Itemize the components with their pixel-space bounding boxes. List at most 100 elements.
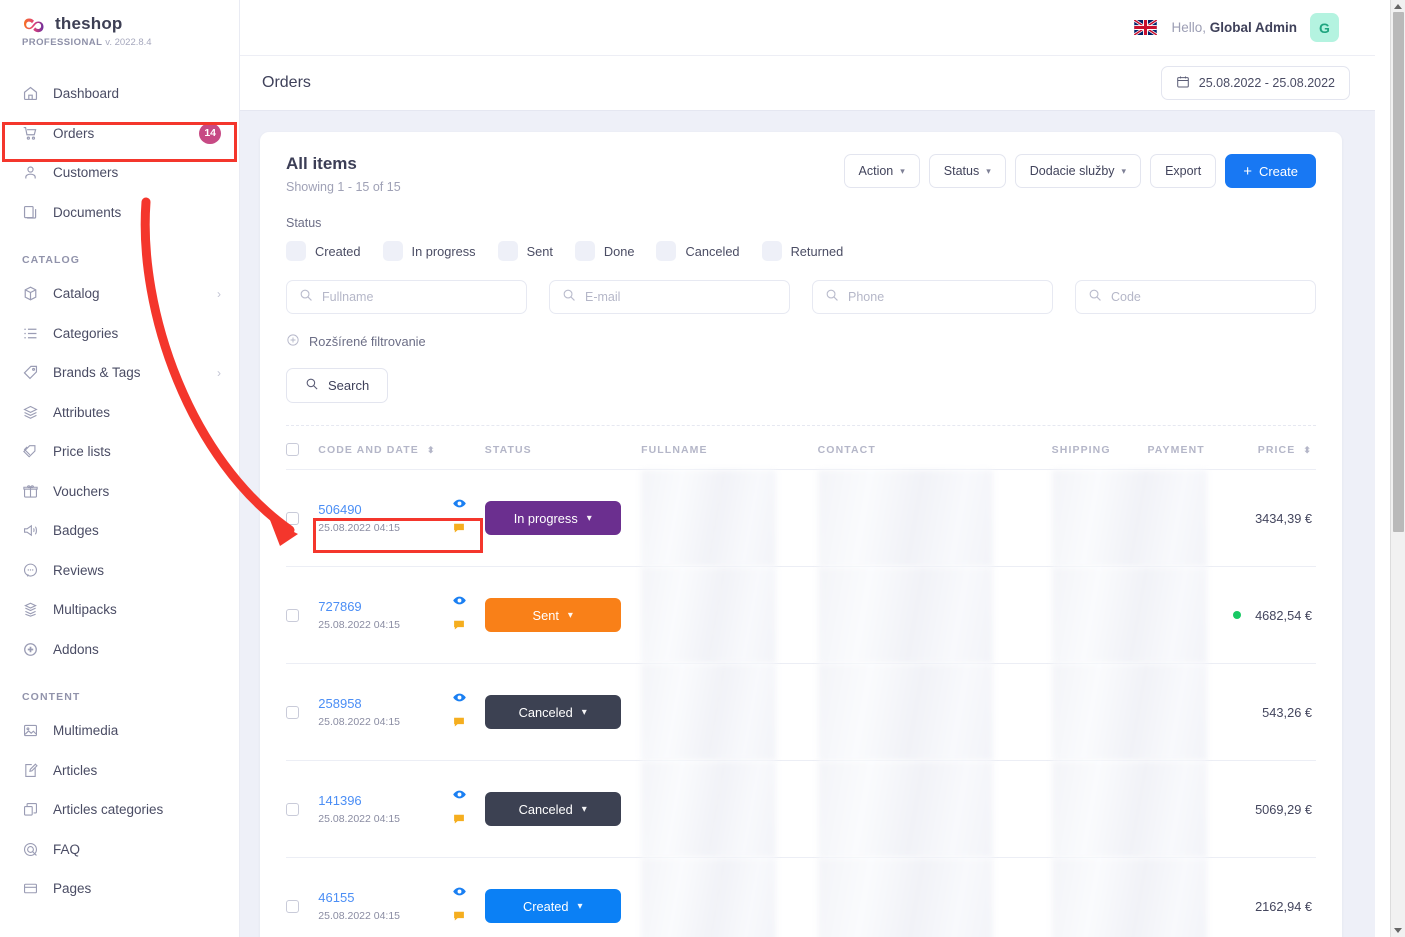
sidebar-item-multimedia[interactable]: Multimedia [0, 711, 239, 751]
sidebar-item-faq[interactable]: FAQ [0, 830, 239, 870]
sidebar-item-documents[interactable]: Documents [0, 193, 239, 233]
sidebar-item-label: FAQ [53, 841, 81, 857]
sidebar-item-badges[interactable]: Badges [0, 511, 239, 551]
sidebar-item-pages[interactable]: Pages [0, 869, 239, 909]
create-button[interactable]: + Create [1225, 154, 1316, 188]
table-row[interactable]: 46155 25.08.2022 04:15 Created ▾ 2162,94 € [286, 857, 1316, 937]
uk-flag-icon[interactable] [1133, 18, 1159, 37]
order-code-link[interactable]: 46155 [318, 890, 400, 905]
avatar[interactable]: G [1310, 13, 1339, 42]
sidebar-item-catalog[interactable]: Catalog › [0, 274, 239, 314]
scroll-up-arrow-icon[interactable] [1394, 4, 1402, 9]
status-pill-label: Canceled [518, 704, 573, 720]
action-dropdown-button[interactable]: Action ▾ [843, 154, 920, 188]
email-search-field[interactable] [549, 280, 790, 314]
sort-icon[interactable]: ⬍ [427, 445, 436, 455]
order-code-link[interactable]: 506490 [318, 502, 400, 517]
search-input[interactable] [1111, 290, 1303, 304]
column-label: FULLNAME [641, 443, 708, 456]
sidebar-item-price-lists[interactable]: Price lists [0, 432, 239, 472]
status-dropdown-pill[interactable]: Created ▾ [484, 889, 621, 923]
row-checkbox[interactable] [286, 705, 299, 719]
row-contact-cell [817, 566, 1052, 664]
status-checkbox-done[interactable]: Done [574, 241, 634, 261]
sidebar-item-addons[interactable]: Addons [0, 630, 239, 670]
eye-icon[interactable] [452, 593, 467, 613]
sidebar-item-vouchers[interactable]: Vouchers [0, 472, 239, 512]
row-checkbox[interactable] [286, 802, 299, 816]
row-checkbox[interactable] [286, 511, 299, 525]
sidebar-item-attributes[interactable]: Attributes [0, 393, 239, 433]
checkbox-box[interactable] [382, 241, 403, 261]
eye-icon[interactable] [452, 787, 467, 807]
checkbox-box[interactable] [497, 241, 518, 261]
eye-icon[interactable] [452, 690, 467, 710]
sidebar-item-orders[interactable]: Orders 14 [0, 114, 239, 154]
chevron-down-icon: ▾ [986, 165, 991, 176]
sidebar-item-dashboard[interactable]: Dashboard [0, 74, 239, 114]
redacted-shipping [1051, 567, 1207, 663]
table-row[interactable]: 141396 25.08.2022 04:15 Canceled ▾ 5069,29 € [286, 760, 1316, 858]
status-dropdown-pill[interactable]: Sent ▾ [484, 598, 621, 632]
table-row[interactable]: 258958 25.08.2022 04:15 Canceled ▾ 543,26 € [286, 663, 1316, 761]
note-icon[interactable] [452, 618, 466, 637]
status-checkbox-returned[interactable]: Returned [761, 241, 843, 261]
row-checkbox[interactable] [286, 608, 299, 622]
sidebar-item-brands-tags[interactable]: Brands & Tags › [0, 353, 239, 393]
checkbox-box[interactable] [574, 241, 595, 261]
sidebar-item-customers[interactable]: Customers [0, 153, 239, 193]
note-icon[interactable] [452, 521, 466, 540]
table-row[interactable]: 506490 25.08.2022 04:15 In progress ▾ 3434,3… [286, 469, 1316, 567]
vertical-scrollbar[interactable] [1390, 0, 1405, 937]
chevron-down-icon: ▾ [900, 165, 905, 176]
advanced-filtering-toggle[interactable]: Rozšírené filtrovanie [286, 333, 426, 350]
status-checkbox-created[interactable]: Created [286, 241, 361, 261]
order-code-link[interactable]: 727869 [318, 599, 400, 614]
status-dropdown-pill[interactable]: Canceled ▾ [484, 792, 621, 826]
scrollbar-thumb[interactable] [1393, 12, 1404, 532]
chevron-down-icon: ▾ [581, 803, 587, 815]
status-dropdown-pill[interactable]: Canceled ▾ [484, 695, 621, 729]
column-header-price[interactable]: PRICE ⬍ [1220, 426, 1316, 470]
search-input[interactable] [848, 290, 1040, 304]
note-icon[interactable] [452, 909, 466, 928]
select-all-checkbox[interactable] [286, 443, 299, 456]
note-icon[interactable] [452, 812, 466, 831]
export-button[interactable]: Export [1150, 154, 1217, 188]
code-search-field[interactable] [1075, 280, 1316, 314]
checkbox-box[interactable] [656, 241, 677, 261]
order-code-link[interactable]: 258958 [318, 696, 400, 711]
scroll-down-arrow-icon[interactable] [1394, 928, 1402, 933]
checkbox-box[interactable] [761, 241, 782, 261]
fullname-search-field[interactable] [286, 280, 527, 314]
status-checkbox-canceled[interactable]: Canceled [656, 241, 740, 261]
status-dropdown-pill[interactable]: In progress ▾ [484, 501, 621, 535]
status-checkbox-sent[interactable]: Sent [497, 241, 553, 261]
phone-search-field[interactable] [812, 280, 1053, 314]
status-dropdown-button[interactable]: Status ▾ [928, 154, 1006, 188]
checkbox-box[interactable] [286, 241, 306, 261]
note-icon[interactable] [452, 715, 466, 734]
sort-icon[interactable]: ⬍ [1303, 445, 1312, 455]
search-button[interactable]: Search [286, 368, 389, 403]
sidebar-item-categories[interactable]: Categories [0, 314, 239, 354]
sidebar-group-content-title: CONTENT [22, 691, 81, 703]
row-checkbox[interactable] [286, 899, 299, 913]
sidebar-item-label: Reviews [53, 562, 105, 578]
status-checkbox-in-progress[interactable]: In progress [382, 241, 476, 261]
eye-icon[interactable] [452, 496, 467, 516]
date-range-picker[interactable]: 25.08.2022 - 25.08.2022 [1160, 66, 1350, 100]
eye-icon[interactable] [452, 884, 467, 904]
sidebar-item-reviews[interactable]: Reviews [0, 551, 239, 591]
table-row[interactable]: 727869 25.08.2022 04:15 Sent ▾ 4682,54 € [286, 566, 1316, 664]
order-code-link[interactable]: 141396 [318, 793, 400, 808]
column-header-code[interactable]: CODE AND DATE ⬍ [318, 426, 484, 470]
search-input[interactable] [585, 290, 777, 304]
delivery-services-dropdown-button[interactable]: Dodacie služby ▾ [1014, 154, 1142, 188]
search-input[interactable] [322, 290, 514, 304]
sidebar-item-articles[interactable]: Articles [0, 751, 239, 791]
sidebar-item-multipacks[interactable]: Multipacks [0, 590, 239, 630]
sidebar-item-articles-categories[interactable]: Articles categories [0, 790, 239, 830]
sidebar-item-label: Brands & Tags [53, 365, 141, 381]
row-contact-cell [817, 469, 1052, 567]
